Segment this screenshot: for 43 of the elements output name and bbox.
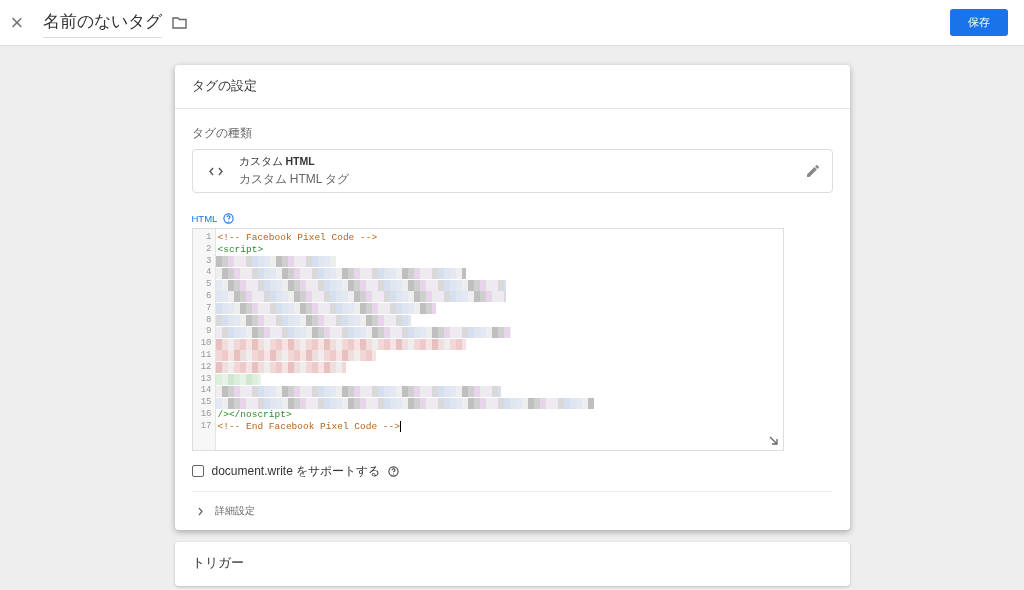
code-line: <!-- Facebook Pixel Code --> xyxy=(217,232,378,244)
line-number: 10 xyxy=(199,338,213,350)
line-number: 15 xyxy=(199,397,213,409)
line-number: 14 xyxy=(199,385,213,398)
checkbox[interactable] xyxy=(191,465,204,477)
line-number: 6 xyxy=(205,291,213,303)
document-write-label: document.write をサポートする xyxy=(211,462,381,480)
code-editor[interactable]: 1 2 3 4 5 6 7 8 9 10 11 12 13 14 15 16 17 <!-- Facebook Pixel Code --> <script> /></noscript> <!-- End Facebook Pixel Code --> xyxy=(191,228,784,451)
tag-type-name: カスタム HTML xyxy=(238,154,316,169)
line-number: 4 xyxy=(205,267,213,280)
code-brackets-icon xyxy=(208,166,223,176)
line-number: 3 xyxy=(205,255,213,268)
resize-handle-icon[interactable] xyxy=(768,436,778,445)
line-number: 13 xyxy=(199,373,213,386)
line-number: 11 xyxy=(199,349,213,362)
line-number: 2 xyxy=(205,243,213,256)
advanced-settings-toggle[interactable]: 詳細設定 xyxy=(174,492,850,530)
line-number: 1 xyxy=(205,232,213,244)
code-line: /></noscript> xyxy=(217,408,292,421)
help-icon[interactable] xyxy=(223,213,235,224)
help-icon[interactable] xyxy=(388,465,400,477)
save-button[interactable]: 保存 xyxy=(950,9,1008,36)
chevron-icon[interactable] xyxy=(196,506,204,516)
line-number: 7 xyxy=(205,302,213,315)
line-number: 16 xyxy=(199,408,213,421)
line-number: 8 xyxy=(205,314,213,327)
code-line: <script> xyxy=(217,243,264,256)
close-icon[interactable]: × xyxy=(8,12,26,33)
line-number: 12 xyxy=(199,361,213,374)
line-number: 9 xyxy=(205,326,213,339)
line-number: 17 xyxy=(199,420,213,433)
tag-type-label: タグの種類 xyxy=(191,125,253,142)
text-cursor xyxy=(399,421,401,433)
tag-type-card[interactable]: カスタム HTML カスタム HTML タグ xyxy=(191,149,833,193)
line-number: 5 xyxy=(205,279,213,291)
html-label: HTML xyxy=(191,213,218,224)
folder-icon[interactable] xyxy=(172,16,187,29)
pencil-icon[interactable] xyxy=(805,164,820,178)
tag-name-field[interactable]: 名前のないタグ xyxy=(43,7,162,38)
card-title: トリガー xyxy=(190,554,245,572)
card-title: タグの設定 xyxy=(174,65,850,109)
code-line: <!-- End Facebook Pixel Code --> xyxy=(217,420,400,433)
tag-type-description: カスタム HTML タグ xyxy=(238,170,351,188)
